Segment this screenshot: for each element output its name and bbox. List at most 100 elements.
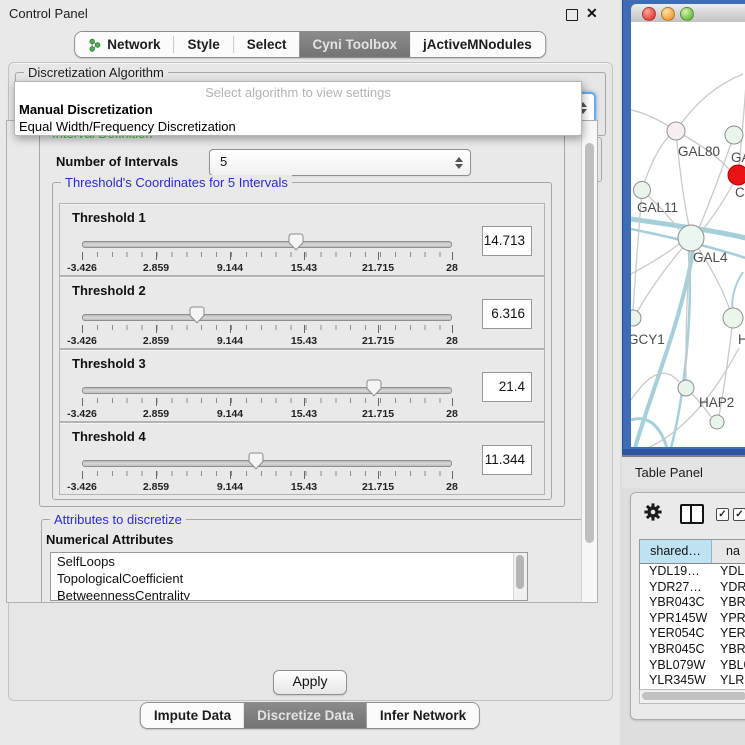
attribute-list-item[interactable]: SelfLoops xyxy=(51,553,527,570)
table-row[interactable]: YLR345WYLR3 xyxy=(640,673,745,689)
tab-label: Cyni Toolbox xyxy=(313,37,398,52)
table-cell[interactable]: YPR145W xyxy=(640,611,712,627)
table-cell[interactable]: YBR043C xyxy=(640,595,712,611)
network-node[interactable] xyxy=(631,310,641,326)
table-row[interactable]: YBL079WYBL0 xyxy=(640,658,745,674)
table-cell[interactable]: YBR0 xyxy=(712,642,745,658)
threshold-value-field[interactable]: 14.713 xyxy=(482,226,532,256)
checkbox-icon[interactable]: ✓ xyxy=(733,508,745,521)
network-node[interactable] xyxy=(678,225,704,251)
network-node[interactable] xyxy=(678,380,694,396)
slider-major-tick xyxy=(156,252,157,260)
mac-minimize-icon[interactable] xyxy=(661,7,675,21)
slider-track[interactable] xyxy=(82,314,452,321)
number-of-intervals-combobox[interactable]: 5 xyxy=(209,149,471,176)
network-node[interactable] xyxy=(710,415,724,429)
network-edge[interactable] xyxy=(631,244,679,274)
algorithm-option[interactable]: Equal Width/Frequency Discretization xyxy=(15,118,581,135)
settings-scrollbar[interactable] xyxy=(581,121,597,602)
attribute-list-item[interactable]: BetweennessCentrality xyxy=(51,587,527,601)
tab-network[interactable]: Network xyxy=(75,32,173,57)
tab-cyni-toolbox[interactable]: Cyni Toolbox xyxy=(300,32,411,57)
table-row[interactable]: YPR145WYPR1 xyxy=(640,611,745,627)
slider-track[interactable] xyxy=(82,387,452,394)
threshold-value-field[interactable]: 21.4 xyxy=(482,372,532,402)
list-scrollbar[interactable] xyxy=(513,553,527,600)
threshold-slider[interactable]: -3.4262.8599.14415.4321.71528 xyxy=(82,378,452,420)
network-node[interactable] xyxy=(728,165,745,185)
table-cell[interactable]: YDL1 xyxy=(712,564,745,580)
mac-close-icon[interactable] xyxy=(642,7,656,21)
table-cell[interactable]: YPR1 xyxy=(712,611,745,627)
threshold-value-field[interactable]: 6.316 xyxy=(482,299,532,329)
attribute-list-item[interactable]: TopologicalCoefficient xyxy=(51,570,527,587)
table-cell[interactable]: YDR2 xyxy=(712,580,745,596)
threshold-slider[interactable]: -3.4262.8599.14415.4321.71528 xyxy=(82,451,452,493)
slider-track[interactable] xyxy=(82,460,452,467)
numerical-attributes-list[interactable]: SelfLoopsTopologicalCoefficientBetweenne… xyxy=(50,552,528,601)
table-cell[interactable]: YER0 xyxy=(712,626,745,642)
network-edge[interactable] xyxy=(732,272,743,310)
table-row[interactable]: YER054CYER0 xyxy=(640,626,745,642)
network-edge[interactable] xyxy=(676,74,743,131)
apply-button[interactable]: Apply xyxy=(273,670,347,695)
tick-label: 9.144 xyxy=(217,481,243,493)
network-node[interactable] xyxy=(723,308,743,328)
table-cell[interactable]: YER054C xyxy=(640,626,712,642)
slider-major-tick xyxy=(156,398,157,406)
slider-tick-labels: -3.4262.8599.14415.4321.71528 xyxy=(82,481,452,493)
float-window-icon[interactable] xyxy=(566,9,578,21)
algorithm-option[interactable]: Manual Discretization xyxy=(15,101,581,118)
threshold-value-field[interactable]: 11.344 xyxy=(482,445,532,475)
network-node[interactable] xyxy=(725,126,743,144)
table-cell[interactable]: YDR27… xyxy=(640,580,712,596)
numerical-attributes-label: Numerical Attributes xyxy=(46,532,173,547)
threshold-slider[interactable]: -3.4262.8599.14415.4321.71528 xyxy=(82,305,452,347)
slider-ticks xyxy=(82,398,452,407)
table-column-header[interactable]: na xyxy=(712,540,745,563)
network-node[interactable] xyxy=(634,182,651,199)
table-cell[interactable]: YBL079W xyxy=(640,658,712,674)
table-cell[interactable]: YBL0 xyxy=(712,658,745,674)
table-hscrollbar-thumb[interactable] xyxy=(642,692,745,700)
tab-impute-data[interactable]: Impute Data xyxy=(141,703,244,728)
tab-jactivemnodules[interactable]: jActiveMNodules xyxy=(410,32,545,57)
tab-label: jActiveMNodules xyxy=(423,37,532,52)
table-column-header[interactable]: shared… xyxy=(640,540,712,563)
table-row[interactable]: YDL19…YDL1 xyxy=(640,564,745,580)
settings-scrollbar-thumb[interactable] xyxy=(585,143,594,543)
slider-thumb[interactable] xyxy=(248,452,264,470)
network-node-label: HAP2 xyxy=(699,395,734,410)
table-horizontal-scrollbar[interactable] xyxy=(639,689,745,704)
table-row[interactable]: YBR045CYBR0 xyxy=(640,642,745,658)
slider-thumb[interactable] xyxy=(288,233,304,251)
slider-thumb[interactable] xyxy=(189,306,205,324)
gear-icon[interactable] xyxy=(643,502,663,522)
slider-major-tick xyxy=(304,325,305,333)
threshold-slider[interactable]: -3.4262.8599.14415.4321.71528 xyxy=(82,232,452,274)
checkbox-icon[interactable]: ✓ xyxy=(716,508,729,521)
tab-select[interactable]: Select xyxy=(234,32,300,57)
tab-style[interactable]: Style xyxy=(174,32,232,57)
network-view-window: GAL80GACGAL11GAL4GCY1HHAP2 xyxy=(622,0,745,455)
node-attribute-table: shared…na YDL19…YDL1YDR27…YDR2YBR043CYBR… xyxy=(639,539,745,690)
table-row[interactable]: YBR043CYBR0 xyxy=(640,595,745,611)
slider-track[interactable] xyxy=(82,241,452,248)
table-cell[interactable]: YBR045C xyxy=(640,642,712,658)
table-cell[interactable]: YBR0 xyxy=(712,595,745,611)
slider-thumb[interactable] xyxy=(366,379,382,397)
close-icon[interactable]: ✕ xyxy=(586,5,598,22)
mac-zoom-icon[interactable] xyxy=(680,7,694,21)
control-panel-title: Control Panel xyxy=(9,6,88,21)
tab-discretize-data[interactable]: Discretize Data xyxy=(244,703,367,728)
network-node[interactable] xyxy=(667,122,685,140)
split-pane-icon[interactable] xyxy=(680,504,704,524)
tab-infer-network[interactable]: Infer Network xyxy=(367,703,479,728)
list-scrollbar-thumb[interactable] xyxy=(516,555,524,589)
table-row[interactable]: YDR27…YDR2 xyxy=(640,580,745,596)
network-canvas[interactable]: GAL80GACGAL11GAL4GCY1HHAP2 xyxy=(631,22,745,447)
table-cell[interactable]: YLR3 xyxy=(712,673,745,689)
network-edge[interactable] xyxy=(642,136,669,190)
table-cell[interactable]: YLR345W xyxy=(640,673,712,689)
table-cell[interactable]: YDL19… xyxy=(640,564,712,580)
